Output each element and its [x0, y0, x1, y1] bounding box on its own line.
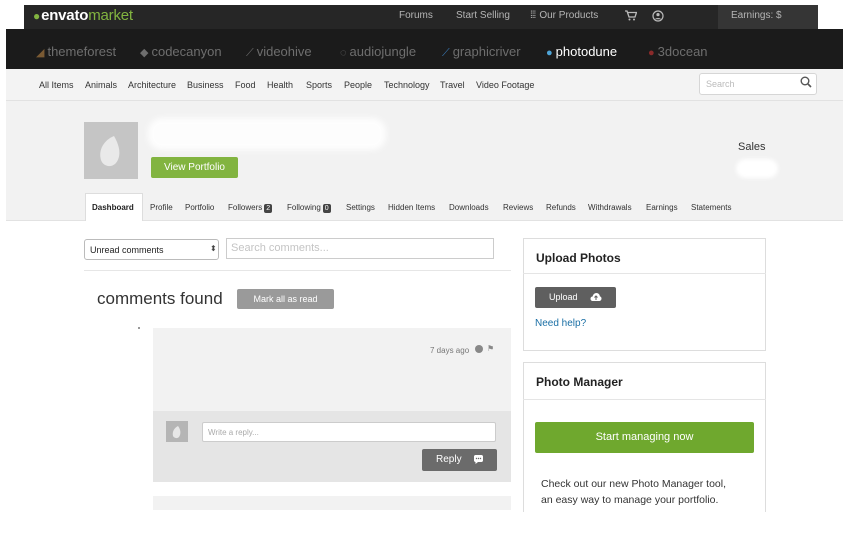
start-selling-link[interactable]: Start Selling — [456, 10, 510, 21]
start-managing-button[interactable]: Start managing now — [535, 422, 754, 453]
code-icon: ◆ — [140, 47, 149, 59]
comment-item — [153, 496, 511, 510]
avatar — [84, 122, 138, 179]
tab-followers[interactable]: Followers 2 — [228, 203, 273, 213]
search-icon[interactable] — [800, 76, 812, 88]
comment-timestamp: 7 days ago — [430, 346, 470, 355]
envato-leaf-icon: ● — [33, 9, 41, 23]
marketplace-themeforest[interactable]: ◢ themeforest — [36, 44, 116, 59]
category-technology[interactable]: Technology — [384, 80, 430, 90]
tab-settings[interactable]: Settings — [346, 203, 375, 212]
divider — [523, 273, 766, 274]
category-all-items[interactable]: All Items — [39, 80, 74, 90]
category-animals[interactable]: Animals — [85, 80, 117, 90]
photo-manager-description: Check out our new Photo Manager tool, an… — [541, 478, 727, 506]
marketplace-videohive[interactable]: ⟋ videohive — [246, 44, 312, 60]
pen-icon: ⟋ — [442, 47, 450, 59]
upload-button[interactable]: Upload — [535, 287, 616, 308]
flag-icon[interactable]: ⚑ — [487, 344, 494, 353]
category-architecture[interactable]: Architecture — [128, 80, 176, 90]
comment-filter-select[interactable]: Unread comments — [84, 239, 219, 260]
tab-reviews[interactable]: Reviews — [503, 203, 533, 212]
category-food[interactable]: Food — [235, 80, 256, 90]
photo-manager-title: Photo Manager — [536, 375, 623, 389]
cart-icon[interactable] — [625, 10, 638, 24]
mark-all-read-button[interactable]: Mark all as read — [237, 289, 334, 309]
marketplace-3docean[interactable]: ● 3docean — [648, 44, 708, 59]
divider — [523, 399, 766, 400]
sales-count-redacted — [736, 159, 778, 178]
marketplace-bar — [6, 29, 843, 69]
search-comments-input[interactable]: Search comments... — [226, 238, 494, 259]
leaf-icon: ◢ — [36, 47, 45, 59]
category-sports[interactable]: Sports — [306, 80, 332, 90]
category-travel[interactable]: Travel — [440, 80, 465, 90]
upload-photos-title: Upload Photos — [536, 251, 621, 265]
category-people[interactable]: People — [344, 80, 372, 90]
page: ●envatomarket Forums Start Selling ⁞⁞⁞ Ou… — [0, 0, 843, 534]
grid-icon: ⁞⁞⁞ — [530, 10, 536, 21]
marketplace-codecanyon[interactable]: ◆ codecanyon — [140, 44, 222, 59]
category-health[interactable]: Health — [267, 80, 293, 90]
reply-button[interactable]: Reply — [422, 449, 497, 471]
tab-withdrawals[interactable]: Withdrawals — [588, 203, 632, 212]
tab-earnings[interactable]: Earnings — [646, 203, 678, 212]
reply-input[interactable]: Write a reply... — [202, 422, 496, 442]
marketplace-photodune[interactable]: ● photodune — [546, 44, 617, 59]
tab-following[interactable]: Following 0 — [287, 203, 331, 213]
speech-bubble-icon — [474, 455, 483, 464]
tab-refunds[interactable]: Refunds — [546, 203, 576, 212]
earnings-label[interactable]: Earnings: $ — [731, 10, 782, 21]
marketplace-audiojungle[interactable]: ◌ audiojungle — [340, 44, 416, 59]
following-count-badge: 0 — [322, 204, 331, 213]
username-redacted — [148, 118, 386, 150]
tab-hidden-items[interactable]: Hidden Items — [388, 203, 435, 212]
cloud-upload-icon — [590, 293, 602, 301]
dot — [138, 327, 140, 329]
tab-portfolio[interactable]: Portfolio — [185, 203, 214, 212]
need-help-link[interactable]: Need help? — [535, 318, 586, 329]
audio-icon: ◌ — [340, 47, 347, 59]
sales-label: Sales — [738, 141, 766, 153]
tab-dashboard[interactable]: Dashboard — [92, 203, 134, 212]
video-icon: ⟋ — [246, 47, 254, 59]
category-video-footage[interactable]: Video Footage — [476, 80, 534, 90]
marketplace-graphicriver[interactable]: ⟋ graphicriver — [442, 44, 521, 60]
photo-icon: ● — [546, 47, 553, 59]
tab-statements[interactable]: Statements — [691, 203, 731, 212]
divider — [84, 270, 511, 271]
status-dot-icon[interactable] — [475, 345, 483, 353]
envato-market-logo[interactable]: ●envatomarket — [33, 7, 133, 24]
3d-icon: ● — [648, 47, 655, 59]
tab-profile[interactable]: Profile — [150, 203, 173, 212]
followers-count-badge: 2 — [264, 204, 273, 213]
account-icon[interactable] — [652, 10, 664, 25]
our-products-link[interactable]: ⁞⁞⁞ Our Products — [530, 10, 598, 21]
view-portfolio-button[interactable]: View Portfolio — [151, 157, 238, 178]
comments-found-heading: comments found — [97, 289, 223, 308]
select-arrows-icon: ⬍ — [210, 244, 217, 253]
category-business[interactable]: Business — [187, 80, 224, 90]
envato-leaf-avatar-icon — [172, 426, 181, 439]
tab-downloads[interactable]: Downloads — [449, 203, 489, 212]
forums-link[interactable]: Forums — [399, 10, 433, 21]
reply-avatar — [166, 421, 188, 442]
envato-leaf-avatar-icon — [100, 136, 120, 167]
